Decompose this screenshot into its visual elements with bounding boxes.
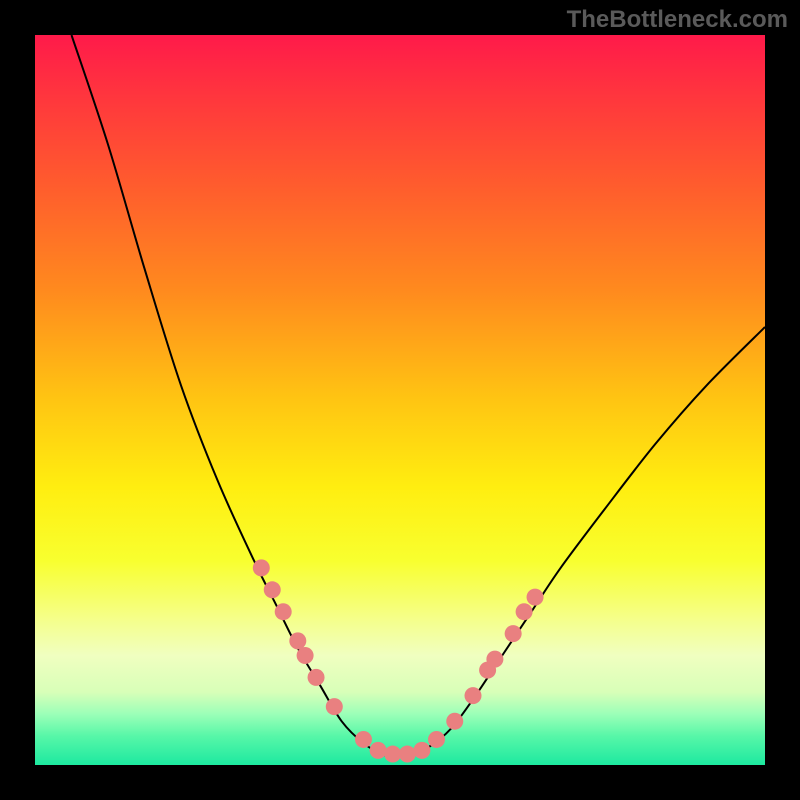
chart-svg bbox=[35, 35, 765, 765]
data-point bbox=[297, 647, 314, 664]
data-point bbox=[264, 581, 281, 598]
data-point bbox=[505, 625, 522, 642]
data-points-group bbox=[253, 559, 544, 762]
data-point bbox=[486, 651, 503, 668]
data-point bbox=[527, 589, 544, 606]
data-point bbox=[465, 687, 482, 704]
data-point bbox=[384, 746, 401, 763]
data-point bbox=[399, 746, 416, 763]
data-point bbox=[516, 603, 533, 620]
data-point bbox=[413, 742, 430, 759]
data-point bbox=[253, 559, 270, 576]
data-point bbox=[428, 731, 445, 748]
data-point bbox=[370, 742, 387, 759]
watermark-text: TheBottleneck.com bbox=[567, 6, 788, 34]
data-point bbox=[355, 731, 372, 748]
data-point bbox=[308, 669, 325, 686]
data-point bbox=[275, 603, 292, 620]
data-point bbox=[446, 713, 463, 730]
data-point bbox=[289, 632, 306, 649]
data-point bbox=[326, 698, 343, 715]
bottleneck-curve bbox=[72, 35, 766, 757]
